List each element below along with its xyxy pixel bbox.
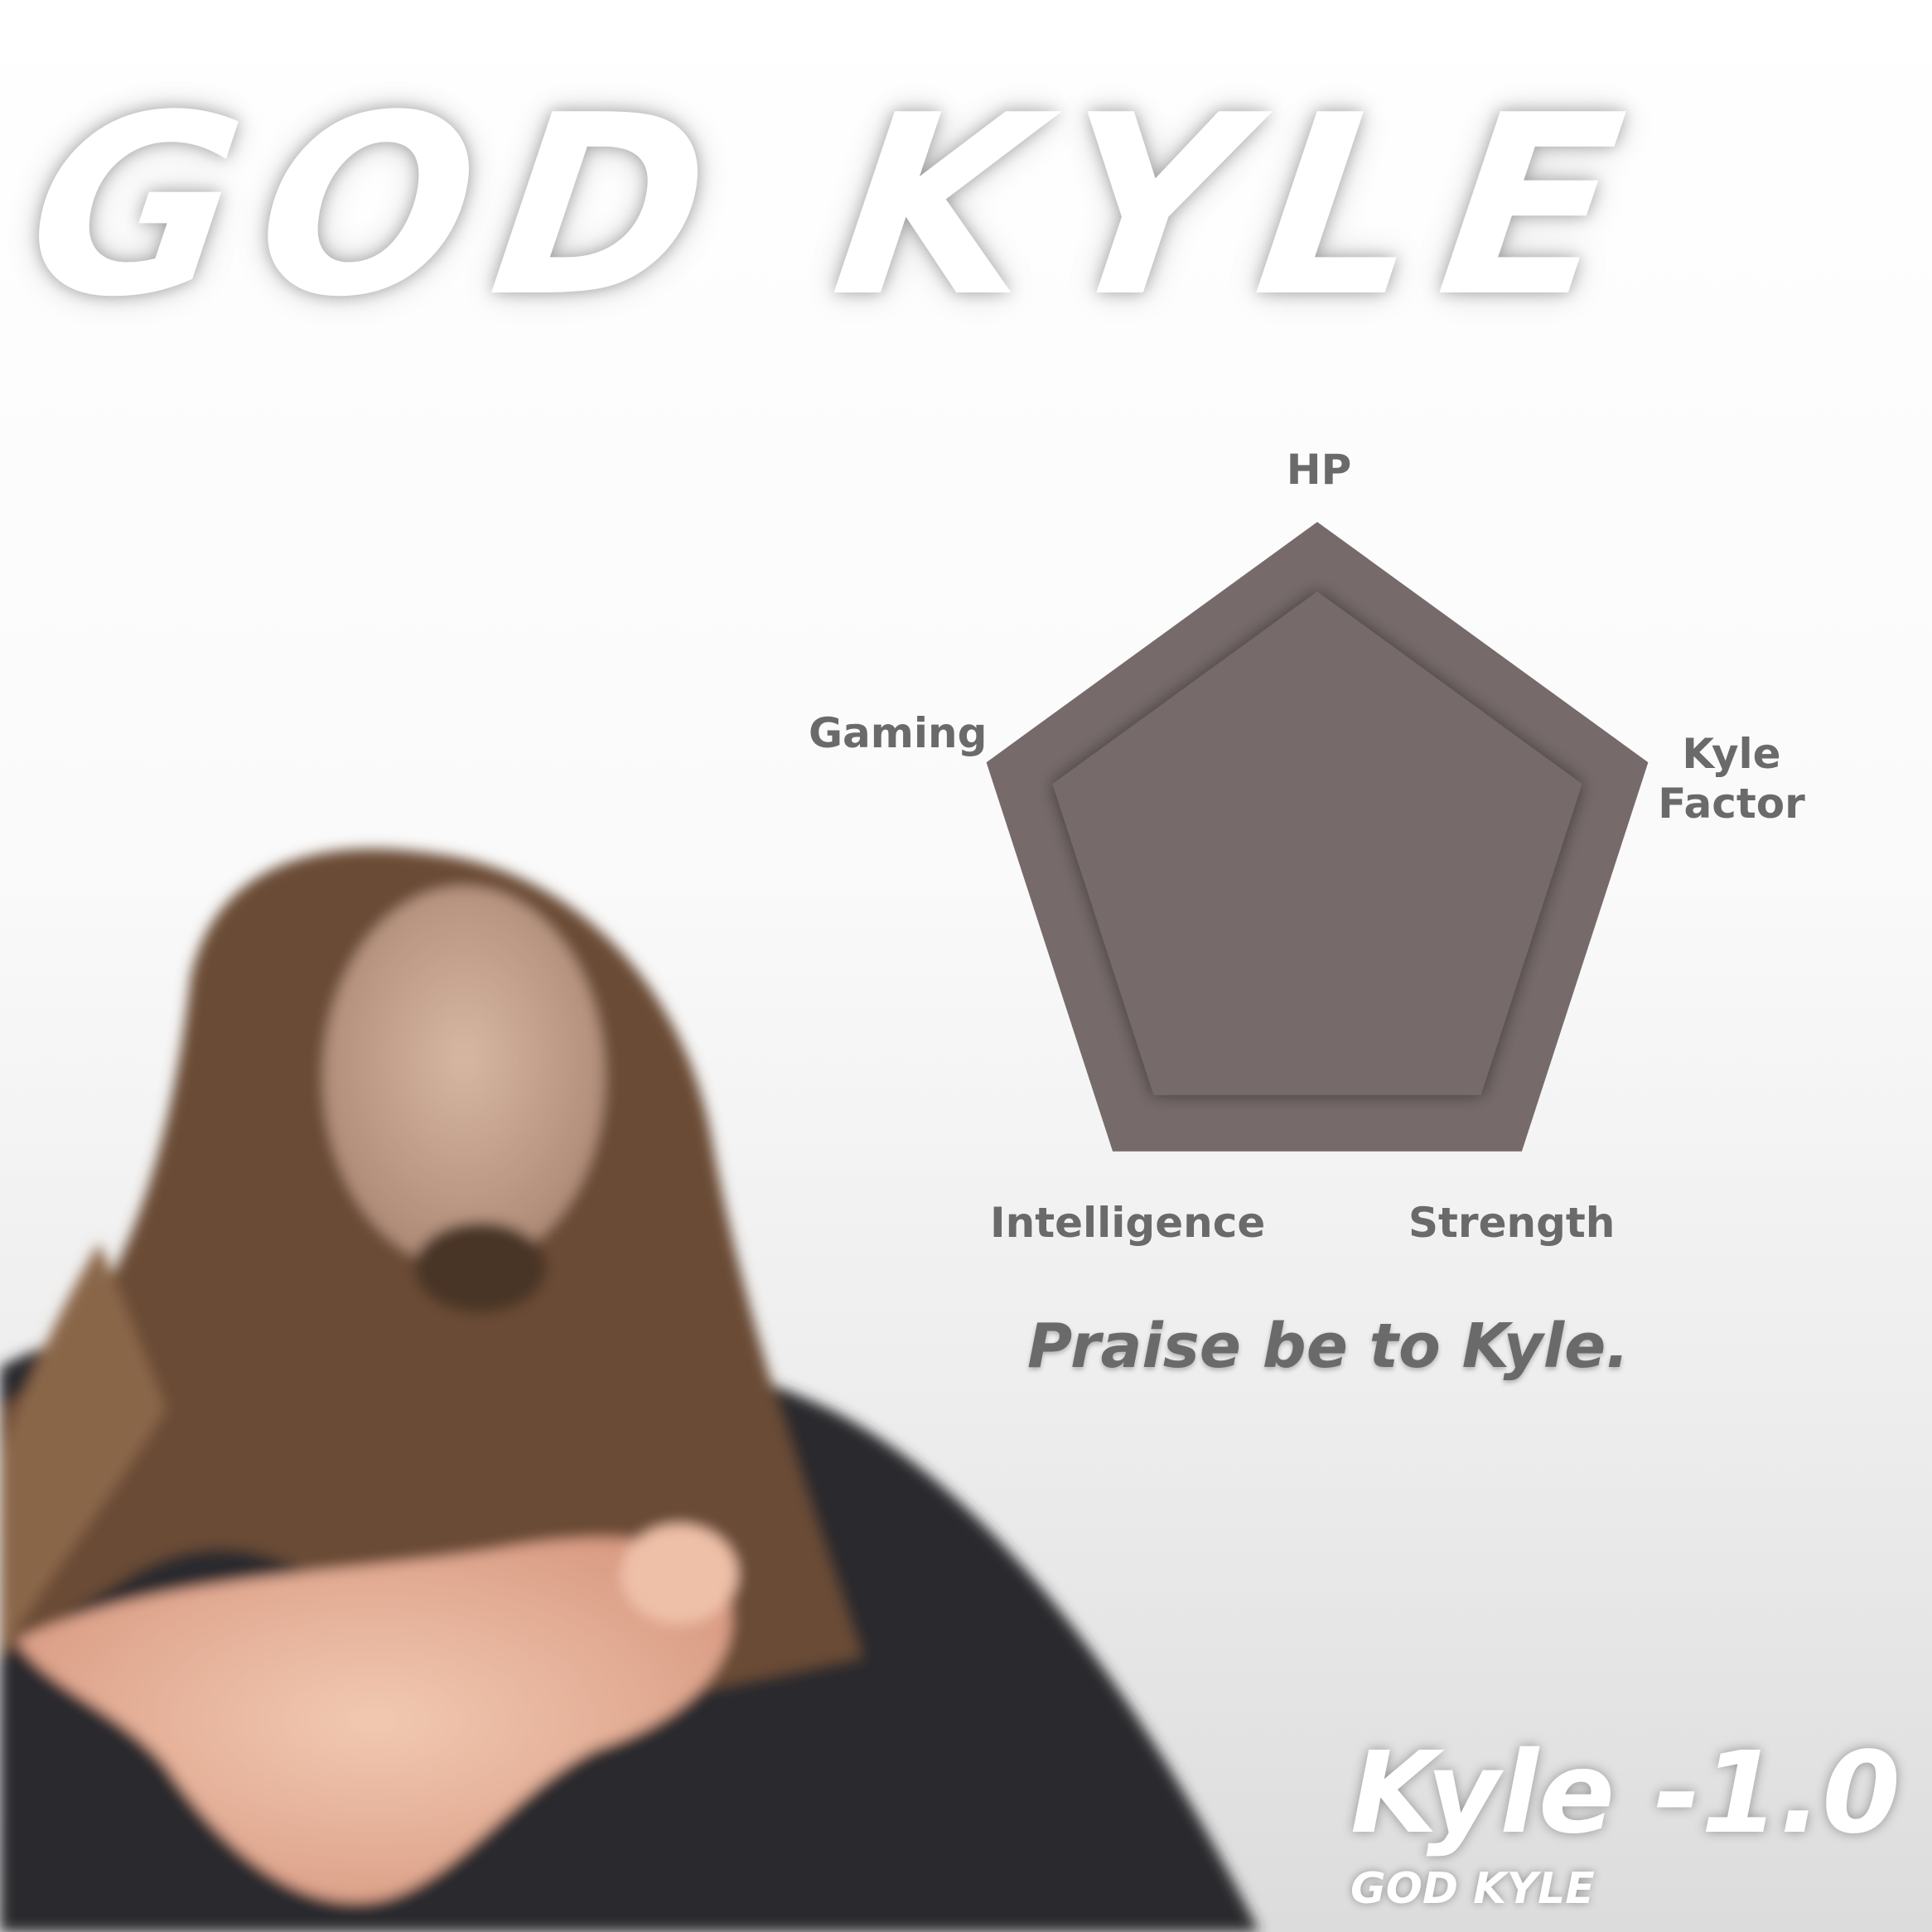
axis-label-kyle-factor: Kyle Factor (1658, 730, 1805, 828)
radar-chart (986, 522, 1649, 1152)
axis-label-hp: HP (1286, 446, 1352, 494)
tagline: Praise be to Kyle. (1027, 1311, 1630, 1382)
version-label: Kyle -1.0 (1350, 1728, 1901, 1859)
axis-label-gaming: Gaming (809, 709, 988, 757)
axis-label-strength: Strength (1408, 1199, 1616, 1247)
poster: GOD KYLE HP Kyle Factor Strength Intelli… (0, 0, 1932, 1932)
axis-label-intelligence: Intelligence (990, 1199, 1266, 1247)
subtitle-label: GOD KYLE (1350, 1864, 1595, 1914)
